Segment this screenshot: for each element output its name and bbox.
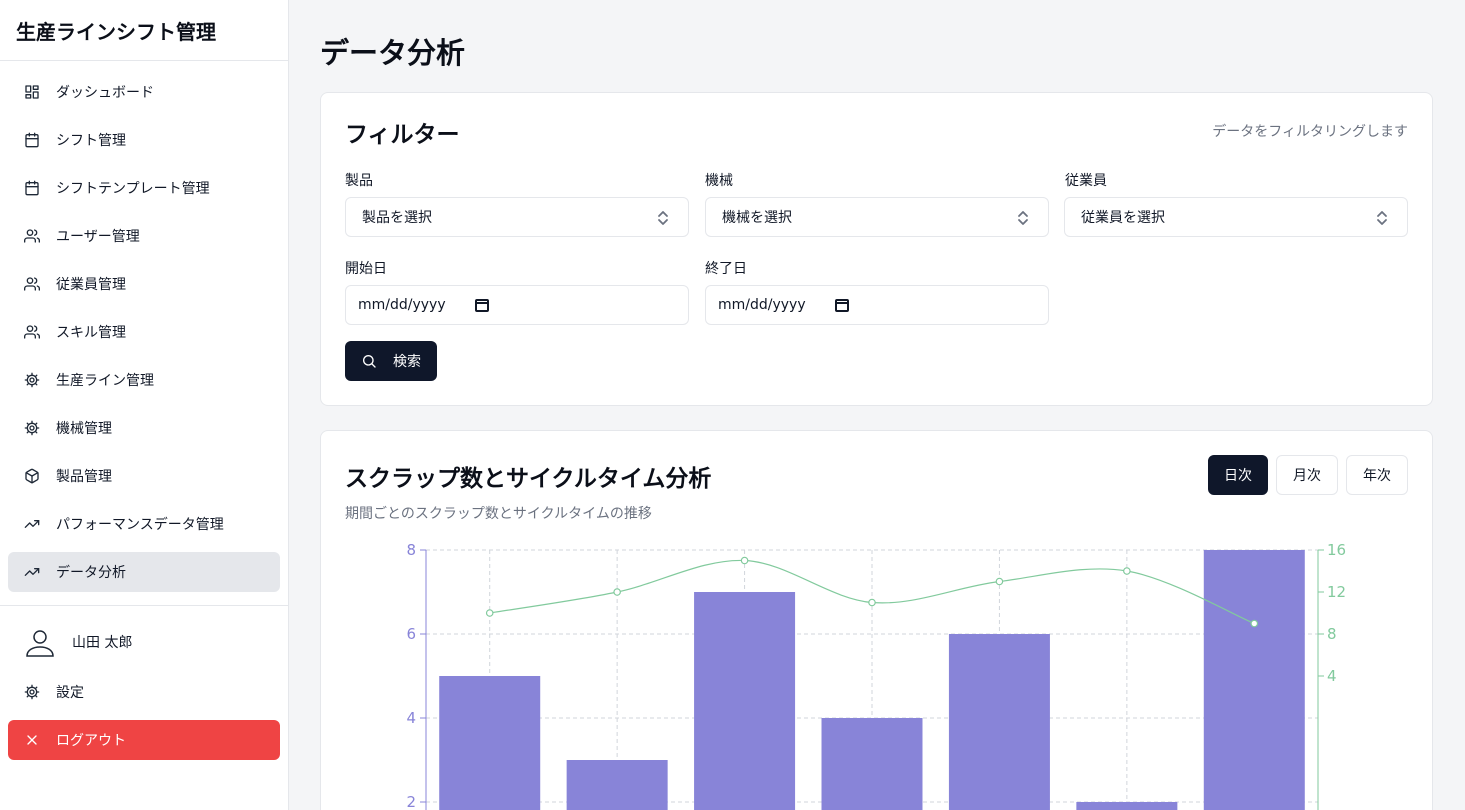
chevron-up-down-icon	[1375, 210, 1389, 226]
y-tick-label-left: 2	[406, 793, 416, 810]
trending-up-icon	[24, 568, 40, 576]
dashboard-icon	[25, 85, 39, 99]
start-date-input[interactable]: mm/dd/yyyy	[345, 285, 689, 325]
sidebar-item-production-lines[interactable]: 生産ライン管理	[8, 360, 280, 400]
y-tick-label-right: 12	[1327, 583, 1346, 601]
bar	[694, 592, 796, 810]
start-date-value: mm/dd/yyyy	[358, 297, 446, 313]
gear-icon	[24, 420, 40, 436]
filter-card: フィルター データをフィルタリングします 製品 製品を選択 機械 機械を選択 従…	[320, 92, 1433, 406]
sidebar-item-label: パフォーマンスデータ管理	[56, 517, 224, 533]
end-date-label: 終了日	[705, 261, 747, 277]
logout-button[interactable]: ログアウト	[8, 720, 280, 760]
machine-select[interactable]: 機械を選択	[705, 197, 1049, 237]
y-tick-label-right: 16	[1327, 541, 1346, 559]
sidebar-item-label: シフトテンプレート管理	[56, 181, 210, 197]
filter-title: フィルター	[345, 122, 460, 148]
chart-card: スクラップ数とサイクルタイム分析 期間ごとのスクラップ数とサイクルタイムの推移 …	[320, 430, 1433, 810]
users-icon	[24, 325, 40, 339]
logout-label: ログアウト	[56, 733, 126, 749]
users-icon	[24, 277, 40, 291]
machine-label: 機械	[705, 173, 733, 189]
y-tick-label-left: 8	[406, 541, 416, 559]
search-button[interactable]: 検索	[345, 341, 437, 381]
sidebar-item-label: 製品管理	[56, 469, 112, 485]
chevron-up-down-icon	[1016, 210, 1030, 226]
settings-label: 設定	[56, 685, 84, 701]
sidebar-item-dashboard[interactable]: ダッシュボード	[8, 72, 280, 112]
sidebar-footer: 山田 太郎 設定 ログアウト	[0, 605, 288, 760]
line-point	[613, 588, 621, 596]
app-title: 生産ラインシフト管理	[0, 0, 288, 61]
sidebar-item-label: スキル管理	[56, 325, 126, 341]
bar	[439, 676, 541, 810]
line-point	[740, 556, 749, 565]
sidebar-item-skills[interactable]: スキル管理	[8, 312, 280, 352]
sidebar-item-shift-templates[interactable]: シフトテンプレート管理	[8, 168, 280, 208]
user-avatar-icon	[26, 630, 54, 657]
search-icon	[363, 355, 376, 368]
sidebar: 生産ラインシフト管理 ダッシュボード シフト管理 シフトテンプレート管理 ユーザ…	[0, 0, 289, 810]
page-title: データ分析	[320, 36, 466, 70]
calendar-icon[interactable]	[474, 297, 490, 317]
sidebar-item-label: ユーザー管理	[56, 229, 140, 245]
trending-up-icon	[24, 520, 40, 528]
chevron-up-down-icon	[656, 210, 670, 226]
sidebar-nav: ダッシュボード シフト管理 シフトテンプレート管理 ユーザー管理 従業員管理 ス…	[0, 61, 288, 592]
sidebar-item-label: 生産ライン管理	[56, 373, 154, 389]
users-icon	[24, 229, 40, 243]
gear-icon	[24, 684, 40, 700]
employee-label: 従業員	[1065, 173, 1107, 189]
sidebar-item-label: ダッシュボード	[56, 85, 154, 101]
calendar-icon	[25, 132, 39, 148]
calendar-icon[interactable]	[834, 297, 850, 317]
y-tick-label-left: 6	[406, 625, 416, 643]
line-point	[1123, 567, 1131, 575]
employee-select-value: 従業員を選択	[1081, 210, 1165, 226]
search-button-label: 検索	[393, 354, 421, 370]
settings-link[interactable]: 設定	[8, 672, 280, 712]
user-name: 山田 太郎	[72, 635, 133, 651]
product-select[interactable]: 製品を選択	[345, 197, 689, 237]
line-point	[485, 609, 494, 617]
sidebar-item-users[interactable]: ユーザー管理	[8, 216, 280, 256]
sidebar-item-performance-data[interactable]: パフォーマンスデータ管理	[8, 504, 280, 544]
sidebar-item-label: 従業員管理	[56, 277, 126, 293]
sidebar-item-machines[interactable]: 機械管理	[8, 408, 280, 448]
bar	[1203, 550, 1305, 810]
sidebar-item-label: シフト管理	[56, 133, 126, 149]
user-profile[interactable]: 山田 太郎	[8, 606, 280, 678]
bar	[948, 634, 1050, 810]
line-point	[868, 598, 876, 607]
sidebar-item-employees[interactable]: 従業員管理	[8, 264, 280, 304]
start-date-label: 開始日	[345, 261, 387, 277]
product-label: 製品	[345, 173, 373, 189]
gear-icon	[24, 372, 40, 388]
y-tick-label-left: 4	[406, 709, 416, 727]
sidebar-item-label: 機械管理	[56, 421, 112, 437]
bar	[566, 760, 668, 810]
y-tick-label-right: 4	[1327, 667, 1337, 685]
bar	[821, 718, 923, 810]
product-select-value: 製品を選択	[362, 210, 432, 226]
y-tick-label-right: 8	[1327, 625, 1337, 643]
filter-description: データをフィルタリングします	[1212, 124, 1408, 140]
line-point	[1250, 619, 1259, 628]
scrap-cycle-chart: 2 4 6 8 4 8 12 16	[406, 541, 1346, 810]
sidebar-item-products[interactable]: 製品管理	[8, 456, 280, 496]
close-icon	[27, 735, 37, 745]
end-date-value: mm/dd/yyyy	[718, 297, 806, 313]
sidebar-item-data-analysis[interactable]: データ分析	[8, 552, 280, 592]
package-icon	[25, 468, 39, 484]
bar	[1076, 802, 1178, 810]
end-date-input[interactable]: mm/dd/yyyy	[705, 285, 1049, 325]
employee-select[interactable]: 従業員を選択	[1064, 197, 1408, 237]
line-point	[995, 577, 1004, 586]
calendar-icon	[25, 180, 39, 196]
sidebar-item-label: データ分析	[56, 565, 126, 581]
sidebar-item-shifts[interactable]: シフト管理	[8, 120, 280, 160]
machine-select-value: 機械を選択	[722, 210, 792, 226]
